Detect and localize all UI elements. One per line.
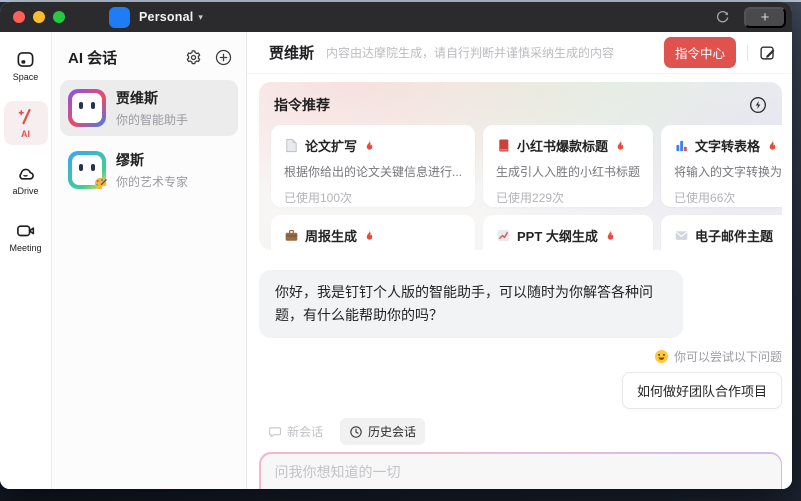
nav-item-label: Meeting <box>9 243 41 253</box>
red-book-icon <box>496 138 511 153</box>
chat-bubble-icon <box>268 425 282 439</box>
chat-title: 贾维斯 <box>269 42 314 63</box>
flame-icon <box>604 229 617 242</box>
card-title: 周报生成 <box>305 226 357 245</box>
card-usage-count: 已使用66次 <box>674 189 782 206</box>
workspace-switcher[interactable]: Personal <box>139 10 193 24</box>
nav-item-label: AI <box>21 129 30 139</box>
conversation-subtitle: 你的智能助手 <box>116 111 188 128</box>
history-session-button[interactable]: 历史会话 <box>340 418 425 445</box>
new-session-button[interactable]: 新会话 <box>259 418 332 445</box>
paper-icon <box>284 138 299 153</box>
assistant-message-bubble: 你好，我是钉钉个人版的智能助手，可以随时为你解答各种问题，有什么能帮助你的吗？ <box>259 270 683 338</box>
envelope-icon <box>674 228 689 243</box>
sync-icon[interactable] <box>715 10 730 25</box>
chat-header: 贾维斯 内容由达摩院生成，请自行判断并谨慎采纳生成的内容 指令中心 <box>247 32 792 74</box>
nav-item-label: Space <box>13 72 39 82</box>
prompt-card-xiaohongshu-title[interactable]: 小红书爆款标题 生成引人入胜的小红书标题 已使用229次 <box>483 125 653 207</box>
palette-icon <box>93 176 108 191</box>
card-title: 论文扩写 <box>305 136 357 155</box>
chat-main: 贾维斯 内容由达摩院生成，请自行判断并谨慎采纳生成的内容 指令中心 指令推荐 <box>247 32 792 489</box>
app-window: Personal ▾ + Space AI <box>0 2 792 489</box>
smiley-icon <box>654 349 669 364</box>
nav-item-meeting[interactable]: Meeting <box>4 215 48 259</box>
card-description: 生成引人入胜的小红书标题 <box>496 163 640 180</box>
nav-rail: Space AI aDrive Meeting <box>0 32 52 489</box>
card-description: 根据你给出的论文关键信息进行... <box>284 163 462 180</box>
card-description: 将输入的文字转换为表格 <box>674 163 782 180</box>
titlebar: Personal ▾ + <box>0 2 792 32</box>
flame-icon <box>614 139 627 152</box>
card-title: 文字转表格 <box>695 136 760 155</box>
card-title: 小红书爆款标题 <box>517 136 608 155</box>
conversation-list-title: AI 会话 <box>68 47 185 68</box>
video-camera-icon <box>16 221 35 240</box>
flame-icon <box>779 229 782 242</box>
assistant-avatar <box>68 151 106 189</box>
traffic-lights <box>13 11 65 23</box>
prompt-recommendation-panel: 指令推荐 论文扩写 根据你给出的论文关键信息进行... <box>259 82 782 250</box>
command-center-button[interactable]: 指令中心 <box>664 37 736 68</box>
prompt-card-paper-expand[interactable]: 论文扩写 根据你给出的论文关键信息进行... 已使用100次 <box>271 125 475 207</box>
bar-chart-icon <box>674 138 689 153</box>
conversation-item-muse[interactable]: 缪斯 你的艺术专家 <box>60 142 238 198</box>
prompt-card-weekly-report[interactable]: 周报生成 <box>271 215 475 250</box>
nav-item-ai[interactable]: AI <box>4 101 48 145</box>
prompt-cards: 论文扩写 根据你给出的论文关键信息进行... 已使用100次 小红书爆款标题 <box>259 125 782 250</box>
zoom-window-button[interactable] <box>53 11 65 23</box>
space-icon <box>16 50 35 69</box>
conversation-name: 贾维斯 <box>116 88 188 108</box>
card-usage-count: 已使用100次 <box>284 189 462 206</box>
prompt-card-ppt-outline[interactable]: PPT 大纲生成 <box>483 215 653 250</box>
message-input[interactable] <box>275 464 742 480</box>
compose-icon[interactable] <box>759 44 776 61</box>
prompt-card-email-subject[interactable]: 电子邮件主题 <box>661 215 782 250</box>
nav-item-adrive[interactable]: aDrive <box>4 158 48 202</box>
suggested-question-button[interactable]: 如何做好团队合作项目 <box>622 372 782 409</box>
minimize-window-button[interactable] <box>33 11 45 23</box>
flame-icon <box>363 229 376 242</box>
clock-icon <box>349 425 363 439</box>
app-logo <box>109 7 130 28</box>
history-session-label: 历史会话 <box>368 423 416 440</box>
nav-item-space[interactable]: Space <box>4 44 48 88</box>
conversation-list: AI 会话 贾维斯 你的智能助手 <box>52 32 247 489</box>
ai-disclaimer: 内容由达摩院生成，请自行判断并谨慎采纳生成的内容 <box>326 44 664 61</box>
refresh-lightning-icon[interactable] <box>749 96 767 114</box>
conversation-name: 缪斯 <box>116 150 188 170</box>
composer: ↵ 发送 / ⌘ ↵ 换行 <box>261 454 781 490</box>
conversation-item-jarvis[interactable]: 贾维斯 你的智能助手 <box>60 80 238 136</box>
chevron-down-icon: ▾ <box>198 12 203 23</box>
cloud-icon <box>16 164 35 183</box>
ai-magic-pen-icon <box>16 107 35 126</box>
nav-item-label: aDrive <box>12 186 38 196</box>
prompt-card-text-to-table[interactable]: 文字转表格 将输入的文字转换为表格 已使用66次 <box>661 125 782 207</box>
flame-icon <box>766 139 779 152</box>
new-session-label: 新会话 <box>287 423 323 440</box>
assistant-avatar <box>68 89 106 127</box>
briefcase-icon <box>284 228 299 243</box>
new-conversation-icon[interactable] <box>215 49 232 66</box>
session-toolbar: 新会话 历史会话 <box>259 418 782 445</box>
new-tab-button[interactable]: + <box>744 7 786 28</box>
conversation-subtitle: 你的艺术专家 <box>116 173 188 190</box>
gear-icon[interactable] <box>185 49 202 66</box>
card-title: 电子邮件主题 <box>695 226 773 245</box>
panel-title: 指令推荐 <box>274 95 330 115</box>
card-title: PPT 大纲生成 <box>517 226 598 245</box>
card-usage-count: 已使用229次 <box>496 189 640 206</box>
line-chart-icon <box>496 228 511 243</box>
suggestion-hint-text: 你可以尝试以下问题 <box>674 348 782 365</box>
flame-icon <box>363 139 376 152</box>
close-window-button[interactable] <box>13 11 25 23</box>
composer-gradient-border: ↵ 发送 / ⌘ ↵ 换行 <box>259 452 782 489</box>
divider <box>747 45 748 61</box>
suggestion-hint: 你可以尝试以下问题 <box>654 348 782 365</box>
